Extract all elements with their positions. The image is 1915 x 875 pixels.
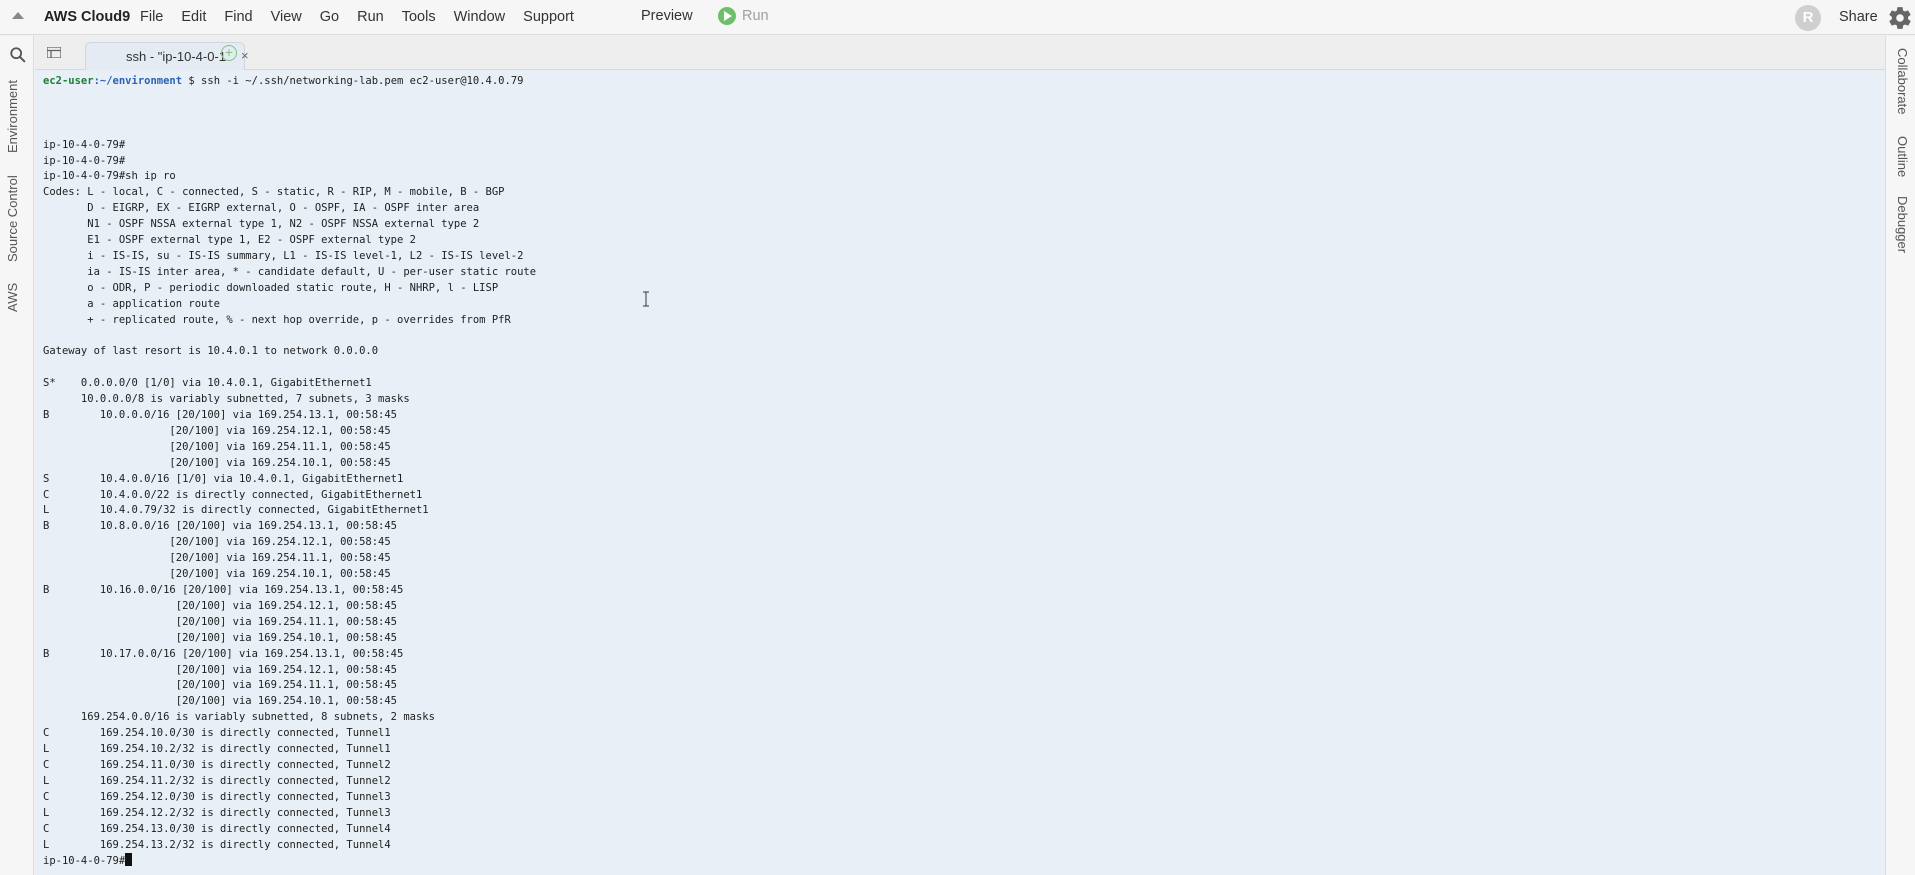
terminal-line: S 10.4.0.0/16 [1/0] via 10.4.0.1, Gigabi… [43, 472, 404, 485]
run-label: Run [742, 8, 769, 24]
menu-support[interactable]: Support [523, 9, 574, 25]
sidebar-tab-environment[interactable]: Environment [5, 80, 20, 153]
search-icon[interactable] [9, 46, 27, 64]
menu-run[interactable]: Run [357, 9, 384, 25]
left-sidebar: Environment Source Control AWS [0, 36, 34, 875]
terminal-line: [20/100] via 169.254.11.1, 00:58:45 [43, 679, 398, 692]
terminal-line: C 169.254.11.0/30 is directly connected,… [43, 758, 391, 771]
terminal-line: S* 0.0.0.0/0 [1/0] via 10.4.0.1, Gigabit… [43, 377, 372, 390]
menu-edit[interactable]: Edit [181, 9, 206, 25]
terminal-line: C 169.254.13.0/30 is directly connected,… [43, 822, 391, 835]
sidebar-tab-outline[interactable]: Outline [1895, 136, 1910, 177]
terminal-line: [20/100] via 169.254.12.1, 00:58:45 [43, 663, 398, 676]
add-tab-icon[interactable]: + [221, 45, 237, 61]
terminal-line: N1 - OSPF NSSA external type 1, N2 - OSP… [43, 218, 480, 231]
terminal-line: ia - IS-IS inter area, * - candidate def… [43, 265, 537, 278]
terminal-pane[interactable]: ec2-user:~/environment $ ssh -i ~/.ssh/n… [35, 70, 1885, 875]
terminal-line: Gateway of last resort is 10.4.0.1 to ne… [43, 345, 379, 358]
preview-button[interactable]: Preview [641, 8, 693, 24]
terminal-line: [20/100] via 169.254.10.1, 00:58:45 [43, 631, 398, 644]
terminal-line: C 169.254.10.0/30 is directly connected,… [43, 727, 391, 740]
sidebar-tab-debugger[interactable]: Debugger [1895, 196, 1910, 253]
sidebar-tab-source-control[interactable]: Source Control [5, 175, 20, 262]
terminal-cursor [125, 853, 133, 867]
terminal-line: ip-10-4-0-79# [43, 138, 126, 151]
main-menu: File Edit Find View Go Run Tools Window … [140, 9, 592, 25]
terminal-line: B 10.16.0.0/16 [20/100] via 169.254.13.1… [43, 584, 404, 596]
terminal-line: E1 - OSPF external type 1, E2 - OSPF ext… [43, 234, 416, 247]
prompt-line: ec2-user:~/environment $ ssh -i ~/.ssh/n… [43, 75, 523, 87]
terminal-line: [20/100] via 169.254.11.1, 00:58:45 [43, 552, 391, 565]
terminal-line: 10.0.0.0/8 is variably subnetted, 7 subn… [43, 393, 410, 406]
terminal-line: B 10.17.0.0/16 [20/100] via 169.254.13.1… [43, 647, 404, 660]
menu-go[interactable]: Go [320, 9, 339, 25]
text-cursor-icon [643, 291, 649, 307]
terminal-line: [20/100] via 169.254.10.1, 00:58:45 [43, 568, 391, 581]
terminal-line: [20/100] via 169.254.11.1, 00:58:45 [43, 440, 391, 453]
terminal-line: Codes: L - local, C - connected, S - sta… [43, 186, 505, 199]
menu-view[interactable]: View [271, 9, 302, 25]
terminal-line: [20/100] via 169.254.12.1, 00:58:45 [43, 599, 398, 612]
terminal-line: L 169.254.11.2/32 is directly connected,… [43, 774, 391, 787]
final-prompt: ip-10-4-0-79# [43, 855, 126, 868]
terminal-line: L 10.4.0.79/32 is directly connected, Gi… [43, 504, 429, 517]
terminal-line: L 169.254.13.2/32 is directly connected,… [43, 838, 391, 851]
terminal-line: D - EIGRP, EX - EIGRP external, O - OSPF… [43, 202, 480, 215]
terminal-line: + - replicated route, % - next hop overr… [43, 313, 511, 326]
run-button[interactable]: Run [718, 7, 769, 25]
terminal-line: ip-10-4-0-79#sh ip ro [43, 170, 176, 183]
terminal-line: ip-10-4-0-79# [43, 154, 126, 167]
prompt-command: $ ssh -i ~/.ssh/networking-lab.pem ec2-u… [182, 75, 524, 87]
tab-label: ssh - "ip-10-4-0-1 [126, 49, 226, 64]
menu-bar: AWS Cloud9 File Edit Find View Go Run To… [0, 0, 1915, 35]
prompt-user: ec2-user [43, 75, 94, 87]
menu-file[interactable]: File [140, 9, 163, 25]
user-avatar[interactable]: R [1795, 5, 1821, 31]
collapse-menu-icon[interactable] [12, 12, 24, 19]
terminal-line: [20/100] via 169.254.11.1, 00:58:45 [43, 615, 398, 628]
terminal-line: B 10.8.0.0/16 [20/100] via 169.254.13.1,… [43, 520, 398, 533]
share-button[interactable]: Share [1839, 9, 1878, 25]
terminal-line: L 169.254.10.2/32 is directly connected,… [43, 743, 391, 756]
brand-menu[interactable]: AWS Cloud9 [44, 9, 130, 25]
tab-menu-icon[interactable] [47, 47, 61, 58]
close-icon[interactable]: × [241, 48, 249, 63]
terminal-line: [20/100] via 169.254.10.1, 00:58:45 [43, 456, 391, 469]
terminal-body: ip-10-4-0-79# ip-10-4-0-79# ip-10-4-0-79… [43, 139, 536, 851]
gear-icon[interactable] [1887, 5, 1913, 31]
sidebar-tab-collaborate[interactable]: Collaborate [1895, 48, 1910, 115]
terminal-line: 169.254.0.0/16 is variably subnetted, 8 … [43, 711, 435, 724]
editor-tab-bar: ssh - "ip-10-4-0-1 × + [35, 36, 1885, 70]
terminal-output: ec2-user:~/environment $ ssh -i ~/.ssh/n… [43, 74, 536, 870]
terminal-line: i - IS-IS, su - IS-IS summary, L1 - IS-I… [43, 249, 524, 262]
terminal-line: [20/100] via 169.254.12.1, 00:58:45 [43, 536, 391, 549]
menu-window[interactable]: Window [454, 9, 506, 25]
terminal-line: C 10.4.0.0/22 is directly connected, Gig… [43, 488, 423, 501]
terminal-line: B 10.0.0.0/16 [20/100] via 169.254.13.1,… [43, 409, 398, 422]
prompt-path: :~/environment [93, 75, 183, 87]
menu-tools[interactable]: Tools [402, 9, 436, 25]
terminal-line: a - application route [43, 297, 221, 310]
terminal-line: L 169.254.12.2/32 is directly connected,… [43, 806, 391, 819]
terminal-line: [20/100] via 169.254.10.1, 00:58:45 [43, 695, 398, 708]
terminal-line: C 169.254.12.0/30 is directly connected,… [43, 790, 391, 803]
sidebar-tab-aws[interactable]: AWS [5, 283, 20, 312]
terminal-line: [20/100] via 169.254.12.1, 00:58:45 [43, 424, 391, 437]
menu-find[interactable]: Find [224, 9, 252, 25]
run-play-icon [718, 7, 736, 25]
right-sidebar: Collaborate Outline Debugger [1885, 36, 1915, 875]
terminal-line: o - ODR, P - periodic downloaded static … [43, 281, 499, 294]
